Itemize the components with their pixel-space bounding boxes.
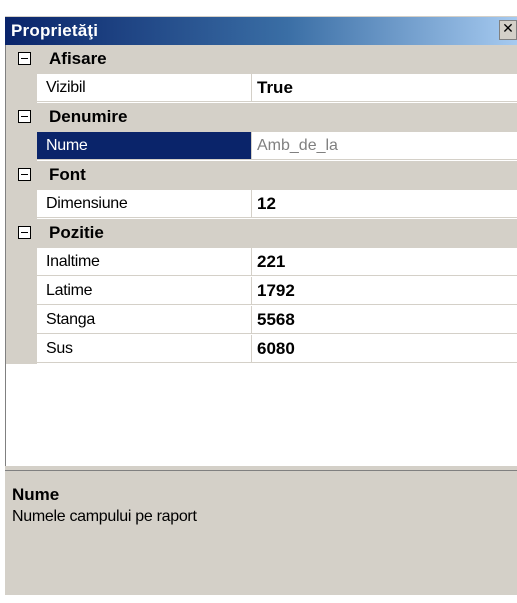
property-name[interactable]: Sus [37, 335, 252, 363]
category-label: Pozitie [49, 223, 104, 242]
help-pane: Nume Numele campului pe raport [5, 470, 517, 595]
property-grid: Afisare Vizibil True Denumire Nume Amb_d… [5, 45, 517, 466]
property-row-nume[interactable]: Nume Amb_de_la [6, 132, 517, 161]
property-name[interactable]: Dimensiune [37, 190, 252, 218]
property-value[interactable]: 5568 [252, 306, 517, 334]
property-name[interactable]: Stanga [37, 306, 252, 334]
property-row-inaltime[interactable]: Inaltime 221 [6, 248, 517, 277]
property-row-latime[interactable]: Latime 1792 [6, 277, 517, 306]
property-value[interactable]: 6080 [252, 335, 517, 363]
collapse-icon[interactable] [18, 52, 31, 65]
properties-panel: Proprietăţi ✕ Afisare Vizibil True Denum… [0, 0, 517, 603]
property-name[interactable]: Latime [37, 277, 252, 305]
help-title: Nume [12, 485, 60, 504]
property-name[interactable]: Inaltime [37, 248, 252, 276]
category-label: Denumire [49, 107, 128, 126]
title-bar[interactable]: Proprietăţi ✕ [5, 16, 517, 45]
category-label: Font [49, 165, 86, 184]
category-pozitie[interactable]: Pozitie [6, 219, 517, 248]
collapse-icon[interactable] [18, 110, 31, 123]
category-font[interactable]: Font [6, 161, 517, 190]
panel-bottom-edge [0, 595, 517, 603]
property-value[interactable]: 12 [252, 190, 517, 218]
help-description: Numele campului pe raport [12, 508, 197, 525]
collapse-icon[interactable] [18, 168, 31, 181]
category-label: Afisare [49, 49, 107, 68]
property-row-dimensiune[interactable]: Dimensiune 12 [6, 190, 517, 219]
category-denumire[interactable]: Denumire [6, 103, 517, 132]
collapse-icon[interactable] [18, 226, 31, 239]
property-value[interactable]: 221 [252, 248, 517, 276]
property-value[interactable]: 1792 [252, 277, 517, 305]
close-icon[interactable]: ✕ [499, 20, 517, 40]
property-value[interactable]: True [252, 74, 517, 102]
panel-title: Proprietăţi [11, 21, 99, 40]
property-value[interactable]: Amb_de_la [252, 132, 517, 160]
property-row-sus[interactable]: Sus 6080 [6, 335, 517, 364]
property-name-selected[interactable]: Nume [37, 132, 252, 160]
property-name[interactable]: Vizibil [37, 74, 252, 102]
property-row-vizibil[interactable]: Vizibil True [6, 74, 517, 103]
category-afisare[interactable]: Afisare [6, 45, 517, 74]
property-row-stanga[interactable]: Stanga 5568 [6, 306, 517, 335]
